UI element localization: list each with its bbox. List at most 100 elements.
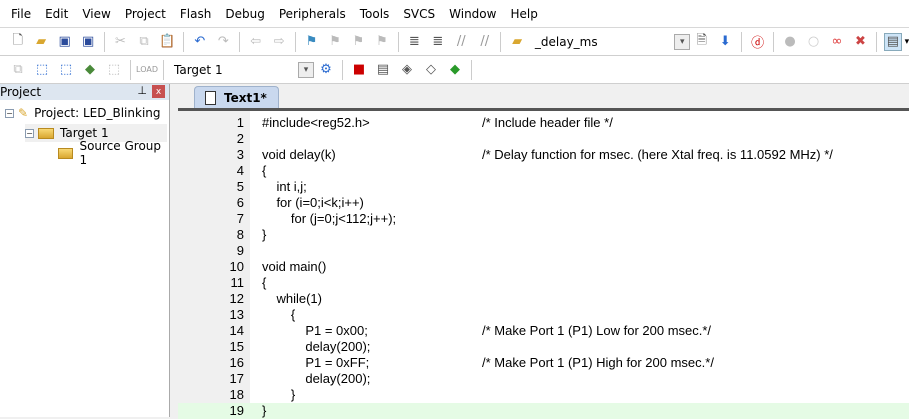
code-text: void main() <box>262 259 327 274</box>
save-all-icon[interactable]: ▣ <box>79 33 96 51</box>
code-line: 15 delay(200); <box>178 339 909 355</box>
target-select[interactable]: Target 1 <box>168 60 298 80</box>
pack-installer-icon[interactable]: ◇ <box>422 61 440 79</box>
panel-title: Project <box>0 85 42 99</box>
dropdown-arrow-icon[interactable]: ▾ <box>905 37 909 47</box>
code-text: for (j=0;j<112;j++); <box>262 211 397 226</box>
toolbar-build: ⧉ ⬚ ⬚ ◆ ⬚ LOAD Target 1 ▾ ⚙ ■ ▤ ◈ ◇ ◆ <box>0 56 909 84</box>
find-in-files-icon[interactable]: ▰ <box>508 33 525 51</box>
menu-window[interactable]: Window <box>442 7 503 21</box>
code-text: delay(200); <box>262 371 371 386</box>
code-comment: /* Delay function for msec. (here Xtal f… <box>482 147 833 162</box>
separator <box>471 59 472 80</box>
paste-icon[interactable]: 📋 <box>159 33 176 51</box>
cut-icon[interactable]: ✂ <box>112 33 129 51</box>
download-icon[interactable]: LOAD <box>136 61 158 79</box>
comment-icon[interactable]: // <box>453 33 470 51</box>
find-combo[interactable]: _delay_ms <box>529 32 675 52</box>
forward-icon[interactable]: ⇨ <box>270 33 287 51</box>
code-line: 18 } <box>178 387 909 403</box>
rebuild-icon[interactable]: ⬚ <box>57 61 75 79</box>
save-icon[interactable]: ▣ <box>56 33 73 51</box>
find-value: _delay_ms <box>534 34 598 49</box>
build-icon[interactable]: ⬚ <box>33 61 51 79</box>
pin-icon[interactable]: ⊥ <box>137 84 147 97</box>
breakpoint-icon[interactable]: ● <box>781 33 798 51</box>
select-packs-icon[interactable]: ◈ <box>398 61 416 79</box>
copy-icon[interactable]: ⧉ <box>135 33 152 51</box>
disable-breakpoint-icon[interactable]: ○ <box>805 33 822 51</box>
menu-debug[interactable]: Debug <box>218 7 271 21</box>
clear-bookmarks-icon[interactable]: ⚑ <box>373 33 390 51</box>
separator <box>163 59 164 80</box>
menu-peripherals[interactable]: Peripherals <box>272 7 353 21</box>
find-dropdown-icon[interactable]: ▾ <box>674 33 691 50</box>
manage-components-icon[interactable]: ■ <box>350 61 368 79</box>
line-number: 14 <box>229 323 244 338</box>
project-icon: ✎ <box>18 106 29 120</box>
code-line: 13 { <box>178 307 909 323</box>
batch-build-icon[interactable]: ◆ <box>81 61 99 79</box>
line-number: 2 <box>236 131 244 146</box>
code-text: while(1) <box>262 291 322 306</box>
code-text: P1 = 0x00; <box>262 323 368 338</box>
menu-tools[interactable]: Tools <box>353 7 397 21</box>
menu-help[interactable]: Help <box>503 7 544 21</box>
debug-session-icon[interactable]: ⓓ <box>749 33 766 51</box>
menu-edit[interactable]: Edit <box>38 7 75 21</box>
line-number: 17 <box>229 371 244 386</box>
line-number: 7 <box>236 211 244 226</box>
close-icon[interactable]: x <box>152 85 165 98</box>
tree-project-root[interactable]: − ✎ Project: LED_Blinking <box>5 104 161 122</box>
open-icon[interactable]: ▰ <box>32 33 49 51</box>
line-number: 4 <box>236 163 244 178</box>
menu-view[interactable]: View <box>75 7 117 21</box>
run-time-env-icon[interactable]: ◆ <box>446 61 464 79</box>
code-line: 8} <box>178 227 909 243</box>
new-file-icon[interactable]: 🗋 <box>9 33 26 51</box>
code-line: 16 P1 = 0xFF; /* Make Port 1 (P1) High fo… <box>178 355 909 371</box>
translate-icon[interactable]: ⧉ <box>9 61 27 79</box>
redo-icon[interactable]: ↷ <box>215 33 232 51</box>
folder-icon <box>58 147 74 159</box>
menu-flash[interactable]: Flash <box>173 7 218 21</box>
next-bookmark-icon[interactable]: ⚑ <box>350 33 367 51</box>
tab-text1[interactable]: Text1* <box>194 86 279 108</box>
code-text: { <box>262 163 267 178</box>
menu-project[interactable]: Project <box>118 7 173 21</box>
undo-icon[interactable]: ↶ <box>191 33 208 51</box>
target-options-icon[interactable]: ⚙ <box>317 61 335 79</box>
code-text: { <box>262 275 267 290</box>
line-number: 8 <box>236 227 244 242</box>
collapse-icon[interactable]: − <box>5 108 14 118</box>
code-text: } <box>262 387 296 402</box>
prev-bookmark-icon[interactable]: ⚑ <box>326 33 343 51</box>
collapse-icon[interactable]: − <box>25 128 34 138</box>
line-number: 6 <box>236 195 244 210</box>
line-number: 9 <box>236 243 244 258</box>
code-line: 5 int i,j; <box>178 179 909 195</box>
incremental-find-icon[interactable]: ⬇ <box>716 33 733 51</box>
separator <box>239 31 240 52</box>
manage-environment-icon[interactable]: ▤ <box>374 61 392 79</box>
window-config-icon[interactable]: ▤ <box>884 32 902 51</box>
back-icon[interactable]: ⇦ <box>247 33 264 51</box>
code-line: 1 #include<reg52.h> /* Include header file… <box>178 115 909 131</box>
menu-svcs[interactable]: SVCS <box>396 7 442 21</box>
target-dropdown-icon[interactable]: ▾ <box>298 61 314 78</box>
code-line: 11 { <box>178 275 909 291</box>
stop-build-icon[interactable]: ⬚ <box>105 61 123 79</box>
find-icon[interactable]: 🗎 <box>693 33 710 51</box>
kill-all-breakpoints-icon[interactable]: ✖ <box>852 33 869 51</box>
indent-icon[interactable]: ≣ <box>406 33 423 51</box>
menu-file[interactable]: File <box>4 7 38 21</box>
disable-all-breakpoints-icon[interactable]: ∞ <box>828 33 845 51</box>
bookmark-icon[interactable]: ⚑ <box>303 33 320 51</box>
tree-source-group[interactable]: Source Group 1 <box>58 139 169 167</box>
unindent-icon[interactable]: ≣ <box>429 33 446 51</box>
target-folder-icon <box>38 127 54 139</box>
code-line: 3 void delay(k) /* Delay function for msec… <box>178 147 909 163</box>
code-editor[interactable]: 1 #include<reg52.h> /* Include header file… <box>178 108 909 419</box>
uncomment-icon[interactable]: // <box>476 33 493 51</box>
code-text: delay(200); <box>262 339 371 354</box>
